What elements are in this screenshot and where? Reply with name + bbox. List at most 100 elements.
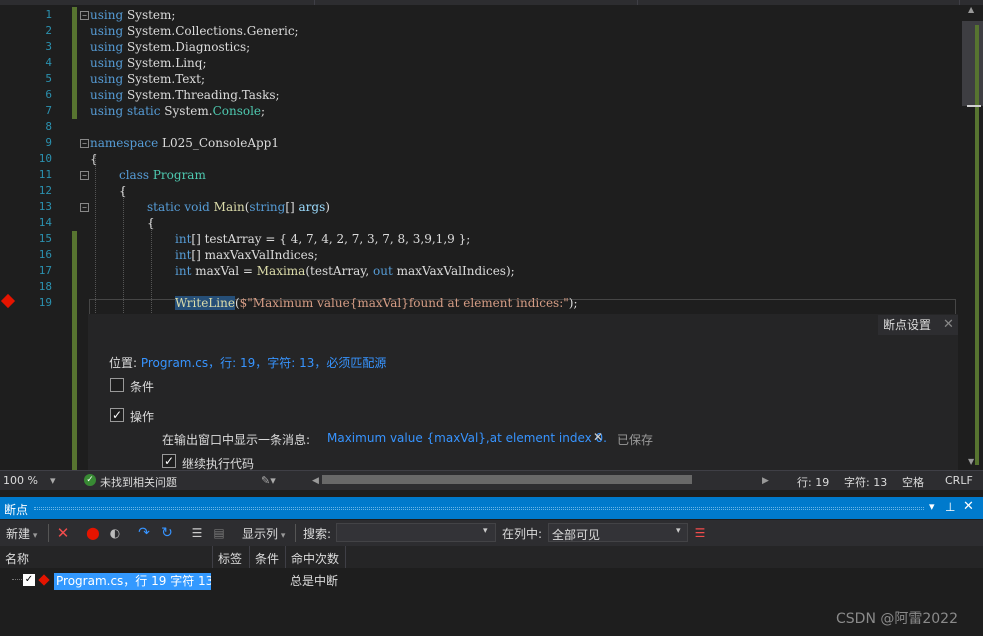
code-line: using static System.Console; xyxy=(90,104,266,118)
continue-execution-checkbox[interactable]: ✓ xyxy=(162,454,176,468)
code-line: class Program xyxy=(119,168,206,182)
code-line: { xyxy=(90,152,98,166)
window-dropdown-icon[interactable]: ▾ xyxy=(929,500,935,513)
breakpoint-settings-panel: 位置: Program.cs，行: 19，字符: 13，必须匹配源 条件 ✓ 操… xyxy=(88,314,958,475)
line-number: 10 xyxy=(38,152,52,165)
delete-icon[interactable]: ✕ xyxy=(56,526,70,541)
location-link[interactable]: Program.cs，行: 19，字符: 13，必须匹配源 xyxy=(141,356,387,370)
toggle-all-icon[interactable]: ◐ xyxy=(108,526,122,540)
scrollbar-thumb[interactable] xyxy=(962,21,983,106)
breakpoints-toolbar: 新建 ▾ ✕ ⬤ ◐ ↷ ↻ ☰ ▤ 显示列 ▾ 搜索: ▾ 在列中: 全部可见… xyxy=(0,520,983,546)
caret-position-marker xyxy=(967,105,981,107)
line-number: 18 xyxy=(38,280,52,293)
issues-status[interactable]: 未找到相关问题 xyxy=(100,474,177,490)
breakpoint-icon xyxy=(38,574,50,586)
horizontal-scrollbar-thumb[interactable] xyxy=(322,475,692,484)
search-combobox[interactable]: ▾ xyxy=(336,523,496,542)
message-input[interactable]: Maximum value {maxVal},at element index … xyxy=(327,431,607,445)
indent-guide xyxy=(123,187,124,315)
hit-count-cell: 总是中断 xyxy=(290,574,339,588)
column-header-tag[interactable]: 标签 xyxy=(218,550,242,567)
change-marker xyxy=(72,231,77,470)
code-line: using System.Text; xyxy=(90,72,206,86)
code-line: namespace L025_ConsoleApp1 xyxy=(90,136,279,150)
collapse-icon[interactable]: − xyxy=(80,139,89,148)
eol-indicator[interactable]: CRLF xyxy=(945,474,973,487)
pin-icon[interactable]: ⊥ xyxy=(945,500,955,514)
scroll-left-icon[interactable]: ◀ xyxy=(312,476,319,486)
saved-status: 已保存 xyxy=(617,433,654,447)
line-number: 13 xyxy=(38,200,52,213)
line-number: 4 xyxy=(45,56,52,69)
scroll-down-icon[interactable]: ▼ xyxy=(968,457,977,466)
code-line: using System.Diagnostics; xyxy=(90,40,251,54)
line-number: 2 xyxy=(45,24,52,37)
line-number: 9 xyxy=(45,136,52,149)
close-icon[interactable]: ✕ xyxy=(963,499,974,514)
window-title: 断点 xyxy=(4,503,29,517)
breakpoint-enabled-checkbox[interactable]: ✓ xyxy=(23,574,35,586)
action-checkbox[interactable]: ✓ xyxy=(110,408,124,422)
line-number: 11 xyxy=(38,168,52,181)
chevron-down-icon[interactable]: ▾ xyxy=(676,526,681,536)
zoom-dropdown-icon[interactable]: ▾ xyxy=(50,474,56,487)
column-header-name[interactable]: 名称 xyxy=(5,550,29,567)
line-number: 19 xyxy=(38,296,52,309)
column-header-hit-count[interactable]: 命中次数 xyxy=(291,550,339,567)
action-description: 在输出窗口中显示一条消息: xyxy=(162,433,311,447)
columns-button[interactable]: 显示列 ▾ xyxy=(242,525,285,542)
scroll-right-icon[interactable]: ▶ xyxy=(762,476,769,486)
column-header-condition[interactable]: 条件 xyxy=(255,550,279,567)
change-overview-marker xyxy=(975,25,979,465)
breakpoint-name-cell[interactable]: Program.cs，行 19 字符 13 xyxy=(54,573,211,590)
titlebar-grip[interactable] xyxy=(34,507,924,510)
line-number-gutter[interactable]: 1 2 3 4 5 6 7 8 9 10 11 12 13 14 15 16 1… xyxy=(0,5,75,470)
collapse-icon[interactable]: − xyxy=(80,171,89,180)
toolbar-separator xyxy=(295,524,296,542)
tree-line xyxy=(12,579,22,580)
line-number: 14 xyxy=(38,216,52,229)
export-icon[interactable]: ▤ xyxy=(212,526,226,540)
condition-checkbox[interactable] xyxy=(110,378,124,392)
zoom-level[interactable]: 100 % xyxy=(3,474,38,487)
line-number: 1 xyxy=(45,8,52,21)
column-separator[interactable] xyxy=(212,546,213,568)
code-editor[interactable]: 1 2 3 4 5 6 7 8 9 10 11 12 13 14 15 16 1… xyxy=(0,5,962,475)
collapse-icon[interactable]: − xyxy=(80,203,89,212)
brush-icon[interactable]: ✎▾ xyxy=(261,474,276,487)
line-indicator: 行: 19 xyxy=(797,476,830,489)
in-column-value: 全部可见 xyxy=(552,528,601,542)
code-line: static void Main(string[] args) xyxy=(147,200,330,214)
visual-studio-window: 1 2 3 4 5 6 7 8 9 10 11 12 13 14 15 16 1… xyxy=(0,0,983,636)
line-number: 6 xyxy=(45,88,52,101)
location-row: 位置: Program.cs，行: 19，字符: 13，必须匹配源 xyxy=(109,354,386,371)
line-number: 15 xyxy=(38,232,52,245)
in-column-combobox[interactable]: 全部可见 ▾ xyxy=(548,523,688,542)
go-to-source-icon[interactable]: ↷ xyxy=(137,526,151,540)
column-separator[interactable] xyxy=(345,546,346,568)
scroll-up-icon[interactable]: ▲ xyxy=(968,5,977,14)
breakpoints-window-titlebar: 断点 ▾ ⊥ ✕ xyxy=(0,497,983,519)
column-separator[interactable] xyxy=(285,546,286,568)
vertical-scrollbar[interactable]: ▲ ▼ xyxy=(962,5,983,470)
import-icon[interactable]: ☰ xyxy=(190,526,204,540)
code-line: int maxVal = Maxima(testArray, out maxVa… xyxy=(175,264,515,278)
close-icon[interactable]: ✕ xyxy=(943,317,954,332)
change-marker xyxy=(72,7,77,119)
clear-search-icon[interactable]: ☰ xyxy=(693,526,707,540)
indent-guide xyxy=(95,155,96,315)
code-line: { xyxy=(147,216,155,230)
code-line: int[] maxVaxValIndices; xyxy=(175,248,318,262)
chevron-down-icon[interactable]: ▾ xyxy=(483,526,488,536)
delete-all-icon[interactable]: ⬤ xyxy=(86,526,100,540)
spaces-indicator[interactable]: 空格 xyxy=(902,474,924,490)
go-to-disassembly-icon[interactable]: ↻ xyxy=(160,526,174,540)
collapse-icon[interactable]: − xyxy=(80,11,89,20)
column-separator[interactable] xyxy=(249,546,250,568)
search-label: 搜索: xyxy=(303,527,332,541)
clear-message-icon[interactable]: ✕ xyxy=(593,430,603,444)
char-indicator: 字符: 13 xyxy=(844,476,888,489)
code-line: using System; xyxy=(90,8,176,22)
in-column-label: 在列中: xyxy=(502,527,543,541)
new-button[interactable]: 新建 ▾ xyxy=(6,525,37,542)
